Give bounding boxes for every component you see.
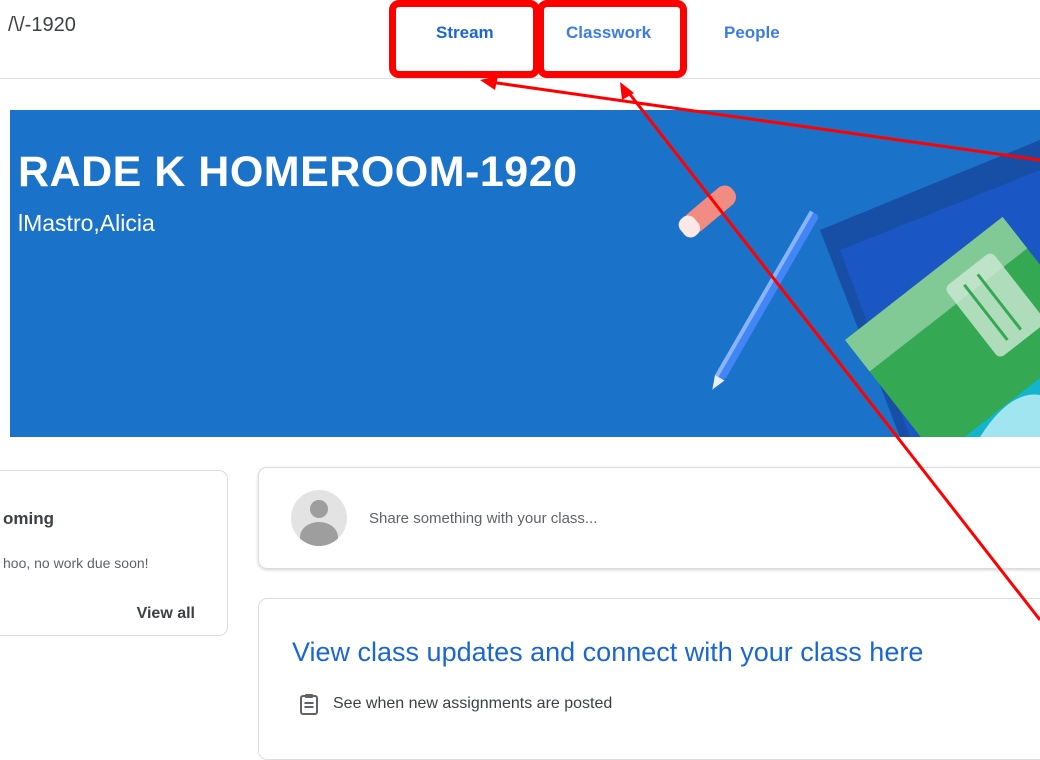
upcoming-status: hoo, no work due soon! <box>3 555 149 571</box>
class-banner: RADE K HOMEROOM-1920 lMastro,Alicia <box>10 110 1040 437</box>
teacher-name: lMastro,Alicia <box>18 210 155 236</box>
updates-title: View class updates and connect with your… <box>292 637 924 667</box>
assignment-icon <box>300 694 318 715</box>
updates-item-label: See when new assignments are posted <box>333 695 613 712</box>
tab-classwork[interactable]: Classwork <box>566 23 651 43</box>
upcoming-title: oming <box>3 509 54 528</box>
share-box[interactable]: Share something with your class... <box>258 467 1040 569</box>
updates-item: See when new assignments are posted <box>299 693 612 715</box>
class-name-header: /\/-1920 <box>8 14 76 36</box>
top-app-bar: /\/-1920 Stream Classwork People <box>0 0 1040 79</box>
arrow-head-classwork <box>620 82 634 100</box>
tab-stream[interactable]: Stream <box>436 23 494 43</box>
banner-illustration <box>678 140 1040 437</box>
upcoming-card: oming hoo, no work due soon! View all <box>0 470 228 636</box>
avatar-head <box>310 500 328 518</box>
class-title: RADE K HOMEROOM-1920 <box>18 148 578 196</box>
avatar <box>291 490 347 546</box>
avatar-body <box>300 522 338 546</box>
share-placeholder[interactable]: Share something with your class... <box>369 510 597 527</box>
class-updates-card: View class updates and connect with your… <box>258 598 1040 760</box>
view-all-link[interactable]: View all <box>137 605 195 623</box>
tab-people[interactable]: People <box>724 23 780 43</box>
